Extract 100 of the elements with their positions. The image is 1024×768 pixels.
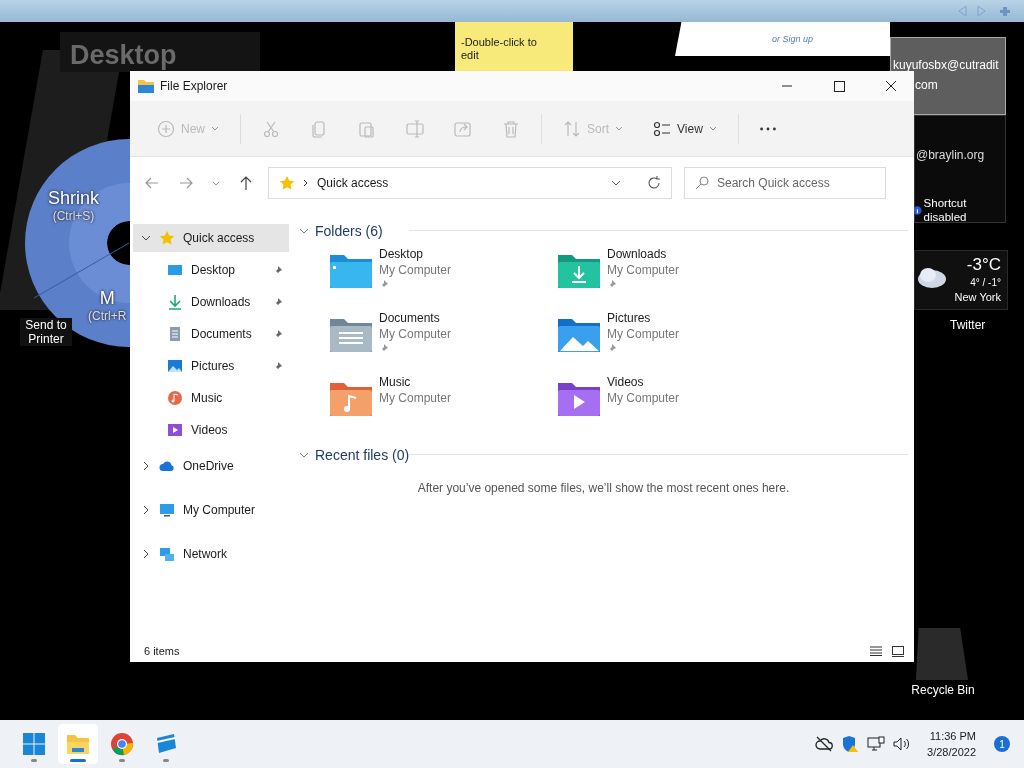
- empty-message: After you’ve opened some files, we’ll show the most recent ones here.: [416, 481, 791, 495]
- window-title: File Explorer: [160, 79, 228, 93]
- downloads-icon: [167, 294, 183, 310]
- sidebar-item[interactable]: Downloads: [133, 288, 289, 316]
- star-icon: [279, 175, 295, 191]
- videos-folder-icon: [557, 381, 601, 417]
- address-bar[interactable]: Quick access: [268, 167, 672, 199]
- back-icon[interactable]: [144, 175, 160, 191]
- folder-name: Documents: [379, 311, 441, 325]
- chrome-icon: [110, 732, 134, 756]
- sticky-note[interactable]: -Double-click to edit: [455, 22, 573, 71]
- videos-icon: [167, 422, 183, 438]
- notice-text: Shortcut disabled: [923, 196, 968, 224]
- computer-icon: [159, 502, 175, 518]
- folder-tile[interactable]: Pictures My Computer: [557, 311, 785, 367]
- city-name: New York: [954, 291, 1001, 303]
- sidebar-item[interactable]: Music: [133, 384, 289, 412]
- chevron-icon[interactable]: [141, 505, 151, 515]
- pictures-icon: [167, 358, 183, 374]
- chevron-icon[interactable]: [141, 233, 151, 243]
- running-indicator: [31, 759, 37, 762]
- sidebar-item[interactable]: Videos: [133, 416, 289, 444]
- temperature-range: 4° / -1°: [970, 277, 1001, 288]
- folder-tile[interactable]: Desktop My Computer: [329, 247, 557, 303]
- chevron-icon: [303, 179, 309, 187]
- clock[interactable]: 11:36 PM 3/28/2022: [927, 728, 976, 760]
- explorer-taskbar-icon[interactable]: [58, 724, 98, 764]
- details-view-icon[interactable]: [870, 646, 882, 656]
- downloads-folder-icon: [557, 253, 601, 289]
- network-icon[interactable]: [867, 736, 886, 752]
- email-address: com: [915, 78, 938, 92]
- signup-link[interactable]: or Sign up: [772, 34, 813, 44]
- volume-icon[interactable]: [893, 736, 912, 752]
- music-icon: [167, 390, 183, 406]
- explorer-icon: [66, 732, 90, 756]
- documents-icon: [167, 326, 183, 342]
- disc-label[interactable]: Shrink: [48, 188, 100, 209]
- sidebar-item[interactable]: OneDrive: [133, 452, 289, 480]
- folder-location: My Computer: [379, 391, 452, 405]
- address-path: Quick access: [317, 176, 389, 190]
- forward-icon[interactable]: [178, 175, 194, 191]
- folder-tile[interactable]: Downloads My Computer: [557, 247, 785, 303]
- folder-tile[interactable]: Videos My Computer: [557, 375, 785, 431]
- shield-icon[interactable]: [841, 735, 860, 753]
- folder-tile[interactable]: Music My Computer: [329, 375, 557, 431]
- folder-name: Pictures: [607, 311, 652, 325]
- email-address: kuyufosbx@cutradit: [893, 58, 999, 72]
- recycle-bin-label[interactable]: Recycle Bin: [905, 683, 981, 697]
- sidebar-item[interactable]: Documents: [133, 320, 289, 348]
- up-icon[interactable]: [238, 175, 254, 191]
- folder-location: My Computer: [607, 391, 680, 405]
- network-icon: [159, 546, 175, 562]
- tiles-view-icon[interactable]: [892, 645, 904, 657]
- email-address: @braylin.org: [916, 148, 985, 162]
- chevron-icon[interactable]: [141, 549, 151, 559]
- folder-location: My Computer: [379, 327, 452, 341]
- folder-tile[interactable]: Documents My Computer: [329, 311, 557, 367]
- pictures-folder-icon: [557, 317, 601, 353]
- folder-name: Videos: [607, 375, 645, 389]
- search-icon: [695, 176, 709, 190]
- chevron-icon[interactable]: [141, 461, 151, 471]
- folder-location: My Computer: [607, 263, 680, 277]
- printer-shortcut[interactable]: Send to Printer: [20, 318, 72, 346]
- temperature: -3°C: [966, 255, 1001, 275]
- folder-name: Music: [379, 375, 412, 389]
- music-folder-icon: [329, 381, 373, 417]
- desktop-icon: [167, 262, 183, 278]
- folder-location: My Computer: [379, 263, 452, 277]
- item-count: 6 items: [144, 645, 180, 657]
- running-indicator: [119, 759, 125, 762]
- section-header[interactable]: Recent files (0): [299, 445, 908, 465]
- running-indicator: [163, 759, 169, 762]
- sidebar-item[interactable]: My Computer: [133, 496, 289, 524]
- search-field[interactable]: Search Quick access: [684, 167, 886, 199]
- running-indicator: [70, 759, 86, 762]
- sidebar-item[interactable]: Desktop: [133, 256, 289, 284]
- desktop-folder-icon: [329, 253, 373, 289]
- sidebar-item[interactable]: Quick access: [133, 224, 289, 252]
- sidebar-item[interactable]: Pictures: [133, 352, 289, 380]
- section-header[interactable]: Folders (6): [299, 221, 908, 241]
- cloud-icon: [159, 458, 175, 474]
- twitter-shortcut[interactable]: Twitter: [950, 318, 986, 332]
- star-icon: [159, 230, 175, 246]
- sidebar-item[interactable]: Network: [133, 540, 289, 568]
- documents-folder-icon: [329, 317, 373, 353]
- refresh-icon[interactable]: [647, 176, 661, 190]
- folder-location: My Computer: [607, 327, 680, 341]
- folder-name: Downloads: [607, 247, 668, 261]
- start-icon: [22, 732, 46, 756]
- caret-icon[interactable]: [611, 180, 621, 186]
- folder-name: Desktop: [379, 247, 425, 261]
- cloud-off-icon[interactable]: [815, 736, 834, 752]
- chevron-icon: [299, 226, 309, 236]
- desktop-label: Desktop: [70, 40, 177, 71]
- app-icon: [154, 732, 178, 756]
- chevron-icon: [299, 450, 309, 460]
- app-folder-icon: [138, 79, 154, 93]
- shortcut-label: (Ctrl+R: [88, 309, 127, 323]
- notification-badge[interactable]: 1: [994, 736, 1010, 752]
- view-button[interactable]: View: [640, 111, 730, 146]
